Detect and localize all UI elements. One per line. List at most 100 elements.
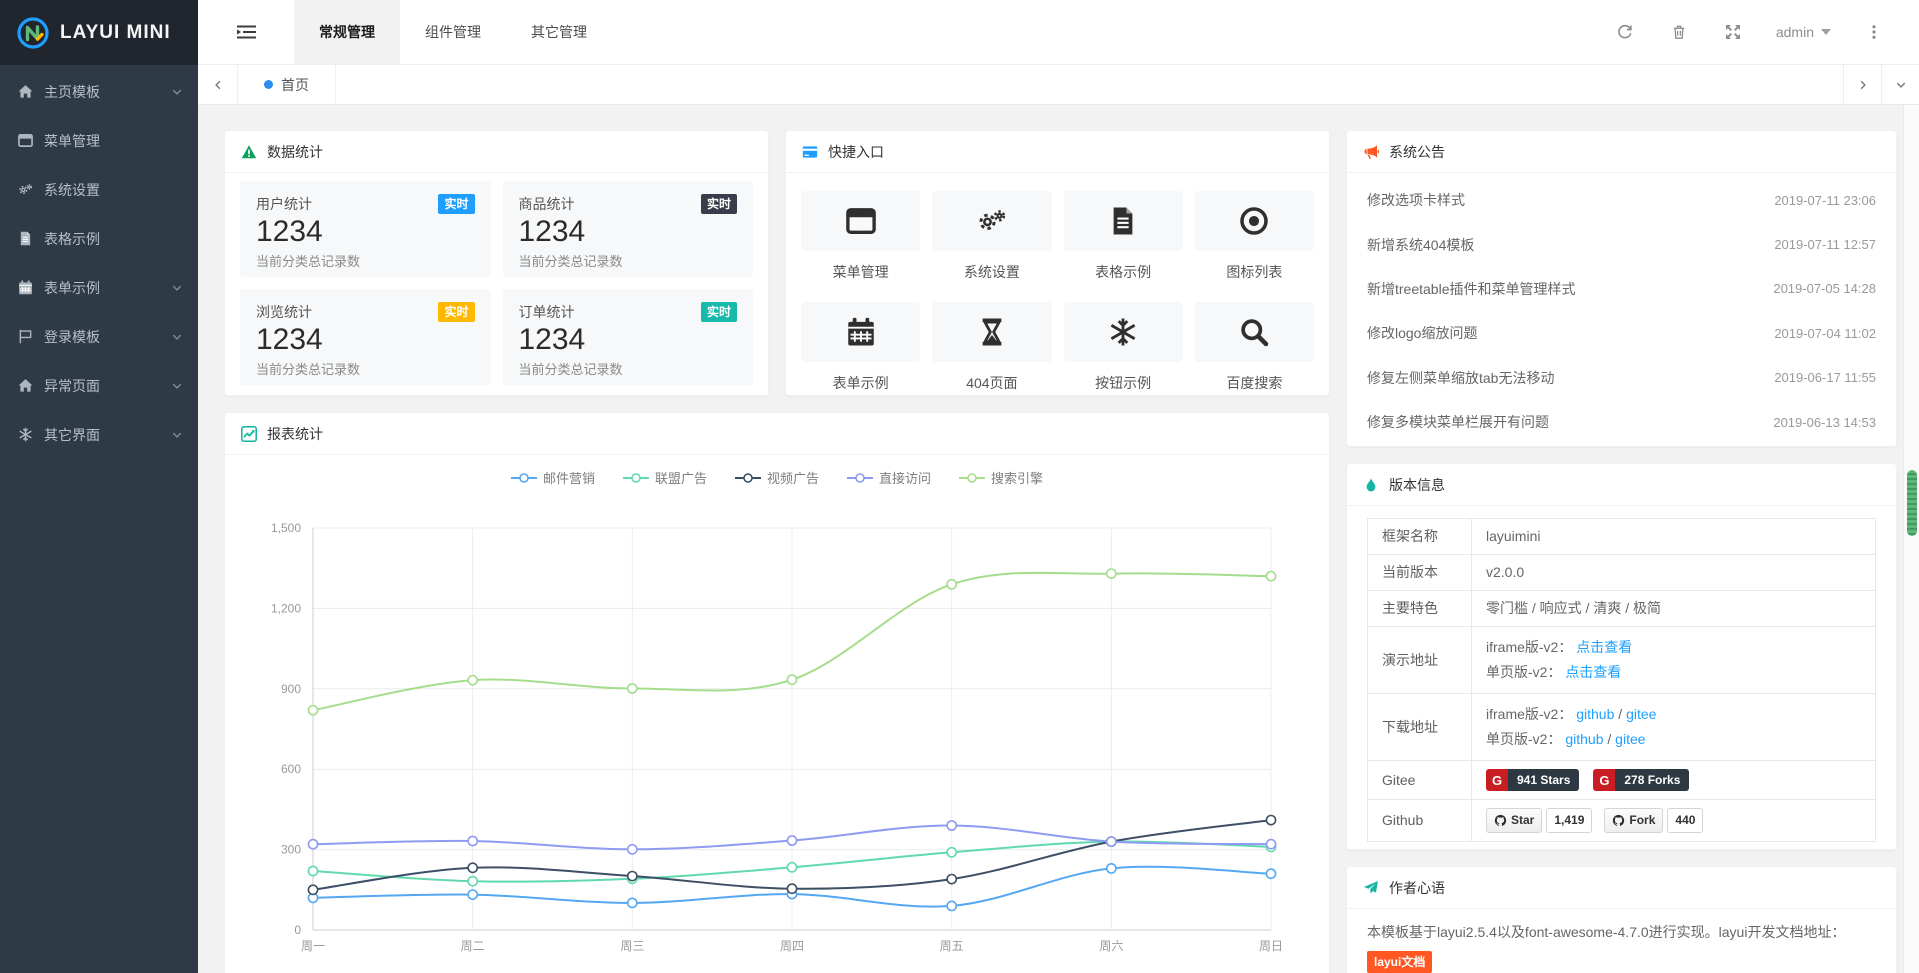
stat-box-2: 商品统计实时1234当前分类总记录数 — [503, 181, 754, 277]
announcement-date: 2019-07-04 11:02 — [1774, 326, 1876, 341]
report-chart[interactable]: 03006009001,2001,500周一周二周三周四周五周六周日 — [225, 455, 1329, 972]
line-chart-icon — [241, 426, 257, 442]
legend-label: 直接访问 — [879, 468, 931, 487]
announcement-item-2[interactable]: 新增系统404模板2019-07-11 12:57 — [1367, 222, 1876, 266]
version-row-value: v2.0.0 — [1472, 555, 1876, 591]
more-menu-button[interactable] — [1847, 24, 1901, 40]
module-tabs: 常规管理组件管理其它管理 — [294, 0, 612, 64]
sidebar-item-2[interactable]: 菜单管理 — [0, 116, 198, 165]
version-line: iframe版-v2： github / gitee — [1486, 702, 1861, 727]
tab-scroll-left-button[interactable] — [198, 65, 238, 104]
legend-item-5[interactable]: 搜索引擎 — [959, 468, 1043, 487]
github-fork-button[interactable]: Fork — [1604, 808, 1663, 833]
fullscreen-button[interactable] — [1706, 24, 1760, 40]
version-link[interactable]: github — [1565, 731, 1603, 747]
legend-item-3[interactable]: 视频广告 — [735, 468, 819, 487]
tab-scroll-right-button[interactable] — [1843, 65, 1881, 104]
hamburger-icon — [237, 24, 256, 40]
layui-doc-badge[interactable]: layui文档 — [1367, 951, 1432, 973]
github-count[interactable]: 1,419 — [1546, 808, 1592, 833]
sidebar-item-7[interactable]: 异常页面 — [0, 361, 198, 410]
version-line: iframe版-v2： 点击查看 — [1486, 635, 1861, 660]
collapse-sidebar-button[interactable] — [198, 0, 294, 64]
version-row-3: 主要特色零门槛 / 响应式 / 清爽 / 极简 — [1368, 591, 1876, 627]
announcement-item-3[interactable]: 新增treetable插件和菜单管理样式2019-07-05 14:28 — [1367, 267, 1876, 311]
chevron-left-icon — [212, 79, 224, 91]
sidebar-item-4[interactable]: 表格示例 — [0, 214, 198, 263]
quick-entry-4[interactable]: 图标列表 — [1195, 191, 1314, 282]
sidebar-item-3[interactable]: 系统设置 — [0, 165, 198, 214]
sidebar: LAYUI MINI 主页模板菜单管理系统设置表格示例表单示例登录模板异常页面其… — [0, 0, 198, 973]
announcement-date: 2019-06-17 11:55 — [1774, 370, 1876, 385]
sidebar-item-label: 异常页面 — [44, 376, 100, 396]
version-row-7: GithubStar1,419Fork440 — [1368, 800, 1876, 842]
announcement-item-4[interactable]: 修改logo缩放问题2019-07-04 11:02 — [1367, 311, 1876, 355]
version-link[interactable]: github — [1576, 706, 1614, 722]
sidebar-item-5[interactable]: 表单示例 — [0, 263, 198, 312]
clear-cache-button[interactable] — [1652, 24, 1706, 40]
announcement-title: 新增treetable插件和菜单管理样式 — [1367, 279, 1575, 299]
stat-box-3: 浏览统计实时1234当前分类总记录数 — [240, 289, 491, 385]
card-title: 报表统计 — [267, 424, 323, 444]
announcement-date: 2019-07-11 12:57 — [1774, 237, 1876, 252]
scrollbar-track[interactable] — [1903, 105, 1919, 973]
github-count[interactable]: 440 — [1667, 808, 1703, 833]
github-star-button[interactable]: Star — [1486, 808, 1542, 833]
sidebar-item-6[interactable]: 登录模板 — [0, 312, 198, 361]
sidebar-item-1[interactable]: 主页模板 — [0, 67, 198, 116]
quick-entry-6[interactable]: 404页面 — [932, 302, 1051, 393]
legend-marker-icon — [847, 473, 873, 483]
quick-entry-2[interactable]: 系统设置 — [932, 191, 1051, 282]
quick-entry-8[interactable]: 百度搜索 — [1195, 302, 1314, 393]
tab-operations-button[interactable] — [1881, 65, 1919, 104]
layui-logo-icon — [16, 16, 50, 50]
paper-plane-icon — [1363, 880, 1379, 896]
announcement-title: 修复左侧菜单缩放tab无法移动 — [1367, 368, 1554, 388]
tab-home[interactable]: 首页 — [238, 65, 336, 104]
announcement-item-6[interactable]: 修复多模块菜单栏展开有问题2019-06-13 14:53 — [1367, 400, 1876, 444]
quick-entry-5[interactable]: 表单示例 — [801, 302, 920, 393]
quick-entry-7[interactable]: 按钮示例 — [1064, 302, 1183, 393]
legend-item-4[interactable]: 直接访问 — [847, 468, 931, 487]
chevron-down-icon — [171, 331, 183, 343]
version-link[interactable]: gitee — [1615, 731, 1645, 747]
module-tab-1[interactable]: 常规管理 — [294, 0, 400, 64]
stat-caption: 当前分类总记录数 — [256, 251, 475, 270]
version-row-1: 框架名称layuimini — [1368, 519, 1876, 555]
version-row-5: 下载地址iframe版-v2： github / gitee单页版-v2： gi… — [1368, 694, 1876, 761]
chevron-down-icon — [171, 86, 183, 98]
github-button-label: Fork — [1629, 811, 1655, 830]
quick-entry-1[interactable]: 菜单管理 — [801, 191, 920, 282]
module-tab-2[interactable]: 组件管理 — [400, 0, 506, 64]
legend-item-2[interactable]: 联盟广告 — [623, 468, 707, 487]
module-tab-3[interactable]: 其它管理 — [506, 0, 612, 64]
announcement-item-5[interactable]: 修复左侧菜单缩放tab无法移动 2019-06-17 11:55 — [1367, 356, 1876, 400]
version-row-value: 零门槛 / 响应式 / 清爽 / 极简 — [1472, 591, 1876, 627]
stat-header: 用户统计实时 — [256, 194, 475, 214]
scrollbar-thumb[interactable] — [1907, 470, 1917, 536]
legend-marker-icon — [959, 473, 985, 483]
stat-caption: 当前分类总记录数 — [519, 359, 738, 378]
announcement-item-1[interactable]: 修改选项卡样式2019-07-11 23:06 — [1367, 178, 1876, 222]
sidebar-item-8[interactable]: 其它界面 — [0, 410, 198, 459]
user-dropdown[interactable]: admin — [1760, 24, 1847, 40]
brand-logo[interactable]: LAYUI MINI — [0, 0, 198, 65]
refresh-button[interactable] — [1598, 24, 1652, 40]
chevron-down-icon — [171, 380, 183, 392]
octocat-icon — [1612, 814, 1625, 827]
stat-value: 1234 — [256, 323, 475, 357]
legend-item-1[interactable]: 邮件营销 — [511, 468, 595, 487]
quick-entry-3[interactable]: 表格示例 — [1064, 191, 1183, 282]
gitee-badge[interactable]: G278 Forks — [1593, 769, 1689, 791]
version-link[interactable]: 点击查看 — [1565, 664, 1621, 680]
svg-text:周一: 周一 — [301, 939, 325, 953]
sidebar-item-label: 菜单管理 — [44, 131, 100, 151]
report-chart-body: 邮件营销 联盟广告 视频广告 直接访问 搜索引擎 03006009001,2001,50… — [225, 455, 1329, 972]
gitee-badge[interactable]: G941 Stars — [1486, 769, 1579, 791]
gitee-logo-icon: G — [1486, 769, 1508, 791]
version-link[interactable]: gitee — [1626, 706, 1656, 722]
quick-entry-label: 系统设置 — [932, 262, 1051, 282]
version-link[interactable]: 点击查看 — [1576, 639, 1632, 655]
chart-legend: 邮件营销 联盟广告 视频广告 直接访问 搜索引擎 — [225, 468, 1329, 487]
card-title: 作者心语 — [1389, 878, 1445, 898]
